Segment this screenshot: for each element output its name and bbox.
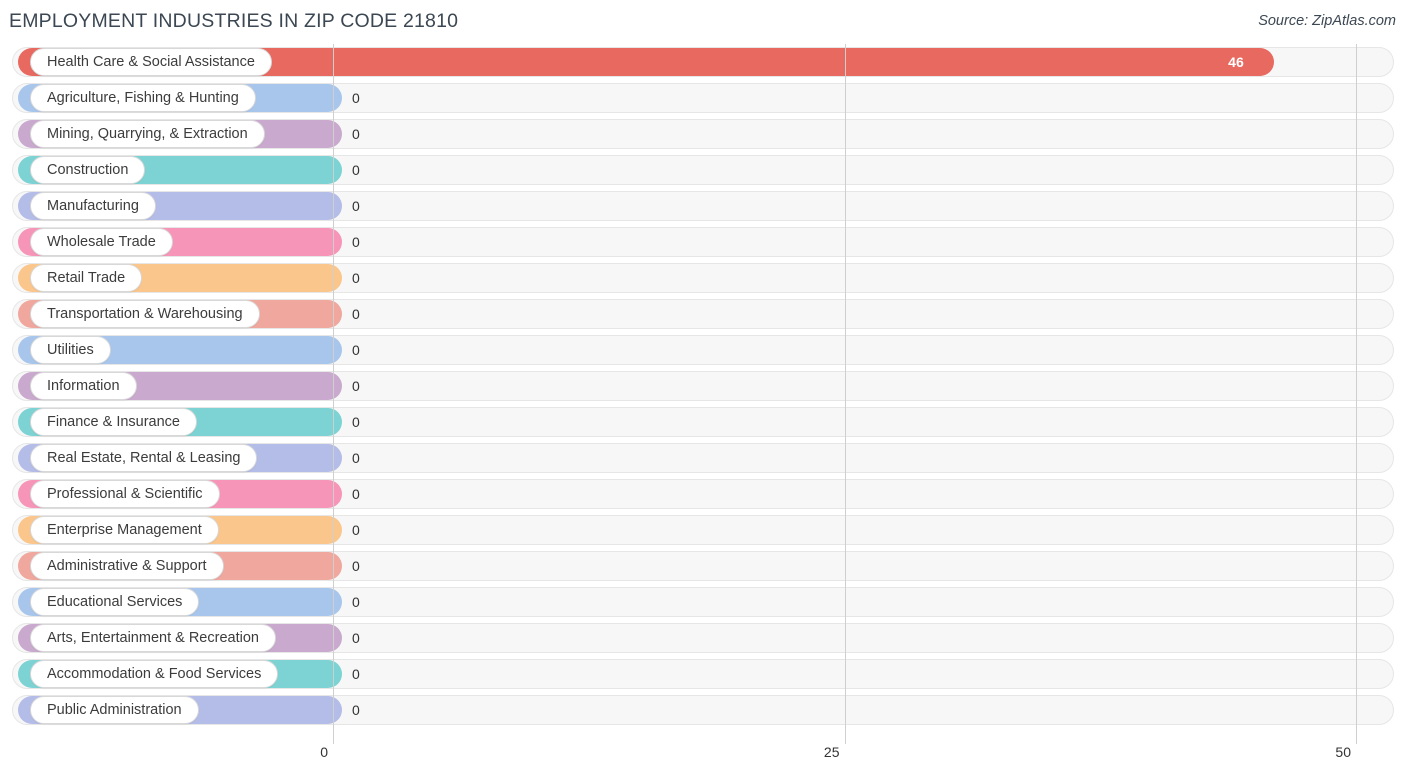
chart-plot-area: Health Care & Social Assistance 46 Agricul… — [0, 44, 1406, 744]
bar-value-label: 0 — [352, 666, 360, 682]
category-label: Agriculture, Fishing & Hunting — [47, 89, 239, 106]
bar-row[interactable]: Educational Services 0 — [0, 584, 1406, 620]
category-label-pill: Arts, Entertainment & Recreation — [30, 624, 276, 652]
bar-value-label: 0 — [352, 162, 360, 178]
bar-row[interactable]: Accommodation & Food Services 0 — [0, 656, 1406, 692]
bar-value-label: 0 — [352, 234, 360, 250]
category-label: Finance & Insurance — [47, 413, 180, 430]
category-label-pill: Professional & Scientific — [30, 480, 220, 508]
chart-header: EMPLOYMENT INDUSTRIES IN ZIP CODE 21810 … — [0, 0, 1406, 44]
bar-value-label: 0 — [352, 90, 360, 106]
category-label: Construction — [47, 161, 129, 178]
bar-row[interactable]: Utilities 0 — [0, 332, 1406, 368]
x-tick-label: 0 — [320, 744, 328, 760]
x-tick-label: 25 — [823, 744, 840, 760]
bar-row[interactable]: Manufacturing 0 — [0, 188, 1406, 224]
bar-value-label: 0 — [352, 378, 360, 394]
category-label-pill: Transportation & Warehousing — [30, 300, 260, 328]
category-label: Real Estate, Rental & Leasing — [47, 449, 241, 466]
bar-value-label: 0 — [352, 306, 360, 322]
bar-row[interactable]: Enterprise Management 0 — [0, 512, 1406, 548]
bar-value-label: 0 — [352, 594, 360, 610]
category-label: Wholesale Trade — [47, 233, 156, 250]
category-label-pill: Agriculture, Fishing & Hunting — [30, 84, 256, 112]
category-label-pill: Wholesale Trade — [30, 228, 173, 256]
bar-row[interactable]: Construction 0 — [0, 152, 1406, 188]
bar-row[interactable]: Health Care & Social Assistance 46 — [0, 44, 1406, 80]
category-label-pill: Accommodation & Food Services — [30, 660, 279, 688]
category-label-pill: Information — [30, 372, 137, 400]
source-attribution: Source: ZipAtlas.com — [1258, 13, 1396, 29]
category-label-pill: Real Estate, Rental & Leasing — [30, 444, 258, 472]
category-label: Health Care & Social Assistance — [47, 53, 255, 70]
bar-value-label: 0 — [352, 486, 360, 502]
bar-row[interactable]: Finance & Insurance 0 — [0, 404, 1406, 440]
category-label: Accommodation & Food Services — [47, 665, 262, 682]
x-axis: 0 25 50 — [0, 740, 1406, 776]
category-label: Utilities — [47, 341, 94, 358]
bar-row[interactable]: Public Administration 0 — [0, 692, 1406, 728]
category-label: Transportation & Warehousing — [47, 305, 243, 322]
category-label: Retail Trade — [47, 269, 126, 286]
bar-value-label: 0 — [352, 630, 360, 646]
bar-value-label: 46 — [1228, 54, 1244, 70]
category-label-pill: Utilities — [30, 336, 111, 364]
category-label-pill: Mining, Quarrying, & Extraction — [30, 120, 265, 148]
bar-value-label: 0 — [352, 414, 360, 430]
bar-row[interactable]: Administrative & Support 0 — [0, 548, 1406, 584]
category-label-pill: Enterprise Management — [30, 516, 219, 544]
bar-value-label: 0 — [352, 342, 360, 358]
category-label: Information — [47, 377, 120, 394]
category-label: Professional & Scientific — [47, 485, 203, 502]
category-label: Educational Services — [47, 593, 183, 610]
bar-value-label: 0 — [352, 126, 360, 142]
category-label-pill: Public Administration — [30, 696, 199, 724]
category-label: Public Administration — [47, 701, 182, 718]
category-label-pill: Finance & Insurance — [30, 408, 197, 436]
bar-value-label: 0 — [352, 558, 360, 574]
category-label-pill: Administrative & Support — [30, 552, 224, 580]
category-label-pill: Retail Trade — [30, 264, 143, 292]
bar-value-label: 0 — [352, 450, 360, 466]
category-label-pill: Health Care & Social Assistance — [30, 48, 272, 76]
bar-value-label: 0 — [352, 522, 360, 538]
bar-row[interactable]: Information 0 — [0, 368, 1406, 404]
category-label-pill: Construction — [30, 156, 146, 184]
x-tick-label: 50 — [1335, 744, 1351, 760]
category-label: Administrative & Support — [47, 557, 207, 574]
category-label: Arts, Entertainment & Recreation — [47, 629, 259, 646]
bar-row[interactable]: Real Estate, Rental & Leasing 0 — [0, 440, 1406, 476]
bar-row[interactable]: Professional & Scientific 0 — [0, 476, 1406, 512]
category-label: Mining, Quarrying, & Extraction — [47, 125, 248, 142]
category-label-pill: Educational Services — [30, 588, 200, 616]
bar-value-label: 0 — [352, 270, 360, 286]
bar-row[interactable]: Arts, Entertainment & Recreation 0 — [0, 620, 1406, 656]
bar-value-label: 0 — [352, 198, 360, 214]
bar-row[interactable]: Retail Trade 0 — [0, 260, 1406, 296]
page-title: EMPLOYMENT INDUSTRIES IN ZIP CODE 21810 — [9, 10, 459, 32]
category-label-pill: Manufacturing — [30, 192, 156, 220]
category-label: Manufacturing — [47, 197, 139, 214]
category-label: Enterprise Management — [47, 521, 202, 538]
bar-row[interactable]: Transportation & Warehousing 0 — [0, 296, 1406, 332]
bar-row[interactable]: Mining, Quarrying, & Extraction 0 — [0, 116, 1406, 152]
bar-value-label: 0 — [352, 702, 360, 718]
bar-row[interactable]: Wholesale Trade 0 — [0, 224, 1406, 260]
bar-row[interactable]: Agriculture, Fishing & Hunting 0 — [0, 80, 1406, 116]
